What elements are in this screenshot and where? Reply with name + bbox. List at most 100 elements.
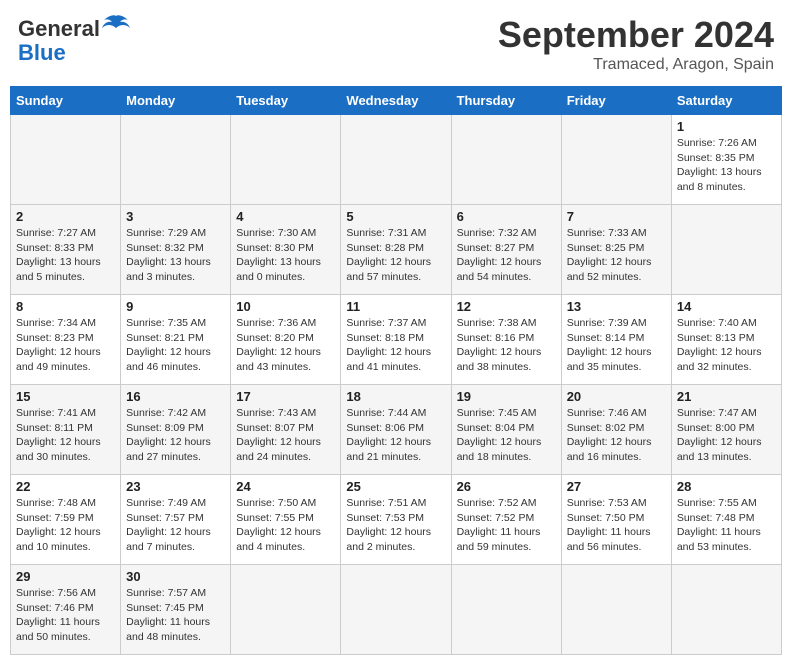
day-number: 24	[236, 479, 335, 494]
day-info: Sunrise: 7:50 AMSunset: 7:55 PMDaylight:…	[236, 496, 335, 555]
empty-cell	[121, 115, 231, 205]
calendar-day-6: 6Sunrise: 7:32 AMSunset: 8:27 PMDaylight…	[451, 205, 561, 295]
calendar-week-2: 2Sunrise: 7:27 AMSunset: 8:33 PMDaylight…	[11, 205, 782, 295]
day-number: 18	[346, 389, 445, 404]
month-year-title: September 2024	[498, 14, 774, 56]
calendar-day-16: 16Sunrise: 7:42 AMSunset: 8:09 PMDayligh…	[121, 385, 231, 475]
empty-cell	[341, 115, 451, 205]
day-header-wednesday: Wednesday	[341, 87, 451, 115]
day-number: 13	[567, 299, 666, 314]
day-info: Sunrise: 7:52 AMSunset: 7:52 PMDaylight:…	[457, 496, 556, 555]
day-info: Sunrise: 7:53 AMSunset: 7:50 PMDaylight:…	[567, 496, 666, 555]
title-block: September 2024 Tramaced, Aragon, Spain	[498, 14, 774, 74]
day-info: Sunrise: 7:51 AMSunset: 7:53 PMDaylight:…	[346, 496, 445, 555]
day-header-tuesday: Tuesday	[231, 87, 341, 115]
calendar-day-28: 28Sunrise: 7:55 AMSunset: 7:48 PMDayligh…	[671, 475, 781, 565]
calendar-day-9: 9 Sunrise: 7:35 AMSunset: 8:21 PMDaylight…	[121, 295, 231, 385]
logo-general: General	[18, 16, 100, 42]
calendar-week-4: 15 Sunrise: 7:41 AMSunset: 8:11 PMDayligh…	[11, 385, 782, 475]
day-info: Sunrise: 7:45 AMSunset: 8:04 PMDaylight:…	[457, 406, 556, 465]
day-info: Sunrise: 7:56 AMSunset: 7:46 PMDaylight:…	[16, 586, 115, 645]
calendar-day-13: 13Sunrise: 7:39 AMSunset: 8:14 PMDayligh…	[561, 295, 671, 385]
day-header-monday: Monday	[121, 87, 231, 115]
calendar-day-30: 30Sunrise: 7:57 AMSunset: 7:45 PMDayligh…	[121, 565, 231, 655]
day-number: 16	[126, 389, 225, 404]
calendar-day-21: 21 Sunrise: 7:47 AMSunset: 8:00 PMDayligh…	[671, 385, 781, 475]
empty-cell	[561, 565, 671, 655]
calendar-day-10: 10 Sunrise: 7:36 AMSunset: 8:20 PMDayligh…	[231, 295, 341, 385]
calendar-day-3: 3Sunrise: 7:29 AMSunset: 8:32 PMDaylight…	[121, 205, 231, 295]
day-number: 6	[457, 209, 556, 224]
day-number: 12	[457, 299, 556, 314]
day-number: 19	[457, 389, 556, 404]
calendar-day-11: 11Sunrise: 7:37 AMSunset: 8:18 PMDayligh…	[341, 295, 451, 385]
day-info: Sunrise: 7:36 AMSunset: 8:20 PMDaylight:…	[236, 316, 335, 375]
day-number: 26	[457, 479, 556, 494]
empty-cell	[671, 565, 781, 655]
day-number: 23	[126, 479, 225, 494]
day-header-thursday: Thursday	[451, 87, 561, 115]
calendar-day-20: 20 Sunrise: 7:46 AMSunset: 8:02 PMDayligh…	[561, 385, 671, 475]
day-number: 27	[567, 479, 666, 494]
day-number: 20	[567, 389, 666, 404]
calendar-day-18: 18Sunrise: 7:44 AMSunset: 8:06 PMDayligh…	[341, 385, 451, 475]
day-info: Sunrise: 7:30 AMSunset: 8:30 PMDaylight:…	[236, 226, 335, 285]
day-number: 14	[677, 299, 776, 314]
day-header-saturday: Saturday	[671, 87, 781, 115]
day-info: Sunrise: 7:31 AMSunset: 8:28 PMDaylight:…	[346, 226, 445, 285]
day-number: 29	[16, 569, 115, 584]
calendar-week-1: 1 Sunrise: 7:26 AMSunset: 8:35 PMDaylight…	[11, 115, 782, 205]
calendar-day-27: 27 Sunrise: 7:53 AMSunset: 7:50 PMDayligh…	[561, 475, 671, 565]
day-number: 1	[677, 119, 776, 134]
calendar-day-22: 22 Sunrise: 7:48 AMSunset: 7:59 PMDayligh…	[11, 475, 121, 565]
calendar-day-26: 26 Sunrise: 7:52 AMSunset: 7:52 PMDayligh…	[451, 475, 561, 565]
location-subtitle: Tramaced, Aragon, Spain	[498, 56, 774, 74]
empty-cell	[11, 115, 121, 205]
day-info: Sunrise: 7:34 AMSunset: 8:23 PMDaylight:…	[16, 316, 115, 375]
day-info: Sunrise: 7:29 AMSunset: 8:32 PMDaylight:…	[126, 226, 225, 285]
empty-cell	[451, 565, 561, 655]
day-info: Sunrise: 7:46 AMSunset: 8:02 PMDaylight:…	[567, 406, 666, 465]
day-number: 22	[16, 479, 115, 494]
day-info: Sunrise: 7:41 AMSunset: 8:11 PMDaylight:…	[16, 406, 115, 465]
calendar-day-19: 19 Sunrise: 7:45 AMSunset: 8:04 PMDayligh…	[451, 385, 561, 475]
empty-cell	[561, 115, 671, 205]
day-number: 15	[16, 389, 115, 404]
calendar-header-row: SundayMondayTuesdayWednesdayThursdayFrid…	[11, 87, 782, 115]
day-info: Sunrise: 7:49 AMSunset: 7:57 PMDaylight:…	[126, 496, 225, 555]
logo-bird-icon	[102, 14, 130, 40]
calendar-day-8: 8 Sunrise: 7:34 AMSunset: 8:23 PMDaylight…	[11, 295, 121, 385]
day-info: Sunrise: 7:27 AMSunset: 8:33 PMDaylight:…	[16, 226, 115, 285]
day-info: Sunrise: 7:33 AMSunset: 8:25 PMDaylight:…	[567, 226, 666, 285]
day-number: 17	[236, 389, 335, 404]
calendar-day-5: 5Sunrise: 7:31 AMSunset: 8:28 PMDaylight…	[341, 205, 451, 295]
day-info: Sunrise: 7:48 AMSunset: 7:59 PMDaylight:…	[16, 496, 115, 555]
day-info: Sunrise: 7:47 AMSunset: 8:00 PMDaylight:…	[677, 406, 776, 465]
empty-cell	[671, 205, 781, 295]
calendar-week-5: 22 Sunrise: 7:48 AMSunset: 7:59 PMDayligh…	[11, 475, 782, 565]
calendar-week-6: 29 Sunrise: 7:56 AMSunset: 7:46 PMDayligh…	[11, 565, 782, 655]
day-info: Sunrise: 7:37 AMSunset: 8:18 PMDaylight:…	[346, 316, 445, 375]
page-header: General Blue September 2024 Tramaced, Ar…	[10, 10, 782, 78]
day-info: Sunrise: 7:26 AMSunset: 8:35 PMDaylight:…	[677, 136, 776, 195]
day-info: Sunrise: 7:55 AMSunset: 7:48 PMDaylight:…	[677, 496, 776, 555]
calendar-day-23: 23 Sunrise: 7:49 AMSunset: 7:57 PMDayligh…	[121, 475, 231, 565]
day-number: 21	[677, 389, 776, 404]
calendar-day-17: 17 Sunrise: 7:43 AMSunset: 8:07 PMDayligh…	[231, 385, 341, 475]
logo-blue: Blue	[18, 40, 130, 66]
calendar-day-15: 15 Sunrise: 7:41 AMSunset: 8:11 PMDayligh…	[11, 385, 121, 475]
day-header-friday: Friday	[561, 87, 671, 115]
day-number: 4	[236, 209, 335, 224]
calendar-day-2: 2Sunrise: 7:27 AMSunset: 8:33 PMDaylight…	[11, 205, 121, 295]
empty-cell	[451, 115, 561, 205]
day-number: 10	[236, 299, 335, 314]
day-info: Sunrise: 7:57 AMSunset: 7:45 PMDaylight:…	[126, 586, 225, 645]
calendar-day-29: 29 Sunrise: 7:56 AMSunset: 7:46 PMDayligh…	[11, 565, 121, 655]
day-number: 9	[126, 299, 225, 314]
day-number: 8	[16, 299, 115, 314]
day-info: Sunrise: 7:35 AMSunset: 8:21 PMDaylight:…	[126, 316, 225, 375]
day-number: 25	[346, 479, 445, 494]
empty-cell	[341, 565, 451, 655]
calendar-day-12: 12Sunrise: 7:38 AMSunset: 8:16 PMDayligh…	[451, 295, 561, 385]
day-info: Sunrise: 7:43 AMSunset: 8:07 PMDaylight:…	[236, 406, 335, 465]
